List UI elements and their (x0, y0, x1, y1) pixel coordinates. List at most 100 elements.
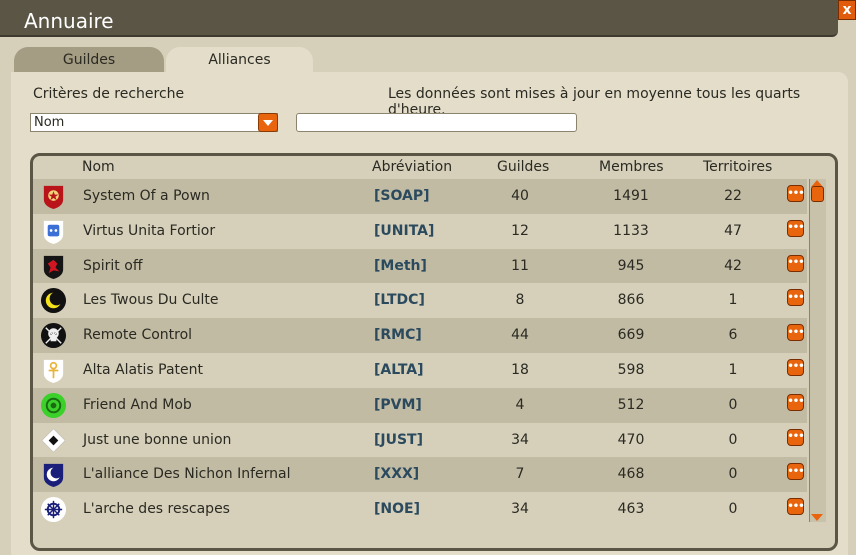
dropdown-arrow-button[interactable] (258, 113, 278, 132)
moon-emblem-icon (40, 288, 67, 314)
alliance-territories: 0 (728, 501, 738, 518)
wheel-emblem-icon (40, 497, 67, 523)
alliance-name: Spirit off (83, 257, 143, 274)
criteria-select[interactable]: Nom (30, 113, 278, 132)
alliance-name: Remote Control (83, 327, 193, 344)
table-row[interactable]: Remote Control [RMC] 44 669 6 ••• (33, 318, 807, 353)
header-abreviation[interactable]: Abréviation (372, 159, 452, 175)
alliance-territories: 42 (724, 257, 742, 274)
header-guildes[interactable]: Guildes (497, 159, 549, 175)
ellipsis-icon: ••• (787, 465, 804, 477)
ellipsis-icon: ••• (787, 396, 804, 408)
header-nom[interactable]: Nom (82, 159, 115, 175)
more-options-button[interactable]: ••• (787, 358, 805, 376)
alliance-territories: 0 (728, 431, 738, 448)
alliance-abbreviation: [RMC] (374, 327, 422, 344)
tab-guildes[interactable]: Guildes (14, 47, 164, 73)
more-options-button[interactable]: ••• (787, 498, 805, 516)
table-row[interactable]: L'alliance Des Nichon Infernal [XXX] 7 4… (33, 457, 807, 493)
vertical-scrollbar[interactable] (809, 179, 826, 522)
more-options-button[interactable]: ••• (787, 185, 805, 202)
table-body: System Of a Pown [SOAP] 40 1491 22 ••• V… (33, 179, 807, 527)
alliance-name: L'alliance Des Nichon Infernal (83, 466, 291, 483)
flower-emblem-icon (40, 392, 67, 418)
dice-emblem-icon (43, 220, 64, 244)
alliance-territories: 1 (728, 292, 738, 309)
alliance-name: Virtus Unita Fortior (83, 222, 216, 239)
close-button[interactable]: x (838, 0, 856, 20)
header-territoires[interactable]: Territoires (703, 159, 772, 175)
alliance-abbreviation: [Meth] (374, 257, 427, 274)
table-row[interactable]: Alta Alatis Patent [ALTA] 18 598 1 ••• (33, 352, 807, 388)
ellipsis-icon: ••• (787, 431, 804, 443)
alliance-territories: 22 (724, 188, 742, 204)
alliance-guilds: 34 (511, 501, 529, 518)
table-row[interactable]: Friend And Mob [PVM] 4 512 0 ••• (33, 387, 807, 423)
alliance-guilds: 11 (511, 257, 529, 274)
tab-alliances[interactable]: Alliances (166, 47, 313, 73)
title-bar: Annuaire (0, 0, 838, 37)
alliance-territories: 1 (728, 361, 738, 378)
table-row[interactable]: Just une bonne union [JUST] 34 470 0 ••• (33, 422, 807, 458)
search-input[interactable] (296, 113, 577, 132)
alliance-territories: 6 (728, 327, 738, 344)
alliance-members: 463 (617, 501, 645, 518)
tab-guildes-label: Guildes (62, 52, 116, 68)
header-membres[interactable]: Membres (599, 159, 664, 175)
alliance-members: 598 (617, 361, 645, 378)
alliance-guilds: 7 (515, 466, 525, 483)
ankh-emblem-icon (43, 359, 64, 384)
alliance-guilds: 18 (511, 361, 529, 378)
more-options-button[interactable]: ••• (787, 254, 805, 272)
ellipsis-icon: ••• (787, 187, 804, 199)
table-row[interactable]: Les Twous Du Culte [LTDC] 8 866 1 ••• (33, 283, 807, 319)
alliance-guilds: 12 (511, 222, 529, 239)
alliance-guilds: 34 (511, 431, 529, 448)
close-icon: x (842, 2, 852, 18)
alliance-territories: 0 (728, 466, 738, 483)
alliance-territories: 0 (728, 396, 738, 413)
alliance-members: 1133 (613, 222, 649, 239)
alliance-name: L'arche des rescapes (83, 501, 230, 518)
diamond-emblem-icon (41, 428, 66, 452)
table-row[interactable]: System Of a Pown [SOAP] 40 1491 22 ••• (33, 179, 807, 214)
window-title: Annuaire (24, 9, 114, 33)
table-row[interactable]: Virtus Unita Fortior [UNITA] 12 1133 47 … (33, 213, 807, 249)
alliance-abbreviation: [SOAP] (374, 188, 430, 204)
more-options-button[interactable]: ••• (787, 393, 805, 411)
demon-emblem-icon (43, 255, 64, 279)
ellipsis-icon: ••• (787, 326, 804, 338)
more-options-button[interactable]: ••• (787, 428, 805, 446)
annuaire-window: Annuaire x Guildes Alliances Critères de… (0, 0, 856, 555)
alliance-name: Just une bonne union (83, 431, 232, 448)
ellipsis-icon: ••• (787, 222, 804, 234)
table-row[interactable]: Spirit off [Meth] 11 945 42 ••• (33, 248, 807, 284)
more-options-button[interactable]: ••• (787, 324, 805, 342)
alliance-members: 468 (617, 466, 645, 483)
criteria-select-value: Nom (34, 115, 65, 130)
skull-emblem-icon (40, 323, 67, 349)
ellipsis-icon: ••• (787, 291, 804, 303)
scrollbar-thumb[interactable] (811, 186, 824, 202)
scroll-down-arrow-icon[interactable] (811, 514, 823, 521)
alliance-name: Alta Alatis Patent (83, 361, 204, 378)
more-options-button[interactable]: ••• (787, 463, 805, 481)
crescent-shield-emblem-icon (43, 464, 64, 488)
alliance-abbreviation: [XXX] (374, 466, 420, 483)
ellipsis-icon: ••• (787, 500, 804, 512)
alliance-members: 470 (617, 431, 645, 448)
table-row[interactable]: L'arche des rescapes [NOE] 34 463 0 ••• (33, 492, 807, 527)
alliance-abbreviation: [UNITA] (374, 222, 435, 239)
alliance-name: Les Twous Du Culte (83, 292, 219, 309)
alliance-members: 512 (617, 396, 645, 413)
tab-alliances-label: Alliances (208, 52, 271, 68)
alliance-territories: 47 (724, 222, 742, 239)
alliance-name: Friend And Mob (83, 396, 192, 413)
alliance-guilds: 44 (511, 327, 529, 344)
alliance-abbreviation: [ALTA] (374, 361, 424, 378)
alliance-guilds: 8 (515, 292, 525, 309)
more-options-button[interactable]: ••• (787, 219, 805, 237)
alliance-members: 1491 (613, 188, 649, 204)
alliance-members: 945 (617, 257, 645, 274)
more-options-button[interactable]: ••• (787, 289, 805, 307)
